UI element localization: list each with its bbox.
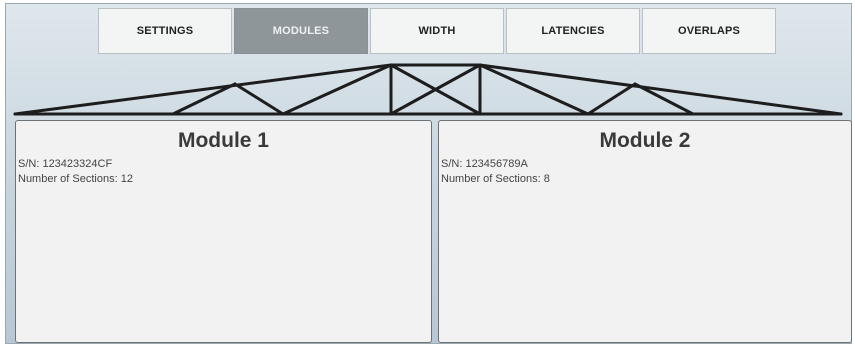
truss-top-chord [13,63,843,116]
tab-latencies[interactable]: LATENCIES [506,8,640,54]
module-card-1[interactable]: Module 1 S/N: 123423324CF Number of Sect… [15,120,432,343]
module-card-2[interactable]: Module 2 S/N: 123456789A Number of Secti… [438,120,852,343]
module-sections: Number of Sections: 8 [441,173,550,185]
module-serial: S/N: 123456789A [441,158,528,170]
tab-overlaps[interactable]: OVERLAPS [642,8,776,54]
module-serial: S/N: 123423324CF [18,158,113,170]
tab-settings[interactable]: SETTINGS [98,8,232,54]
module-title: Module 2 [599,129,691,152]
module-sections: Number of Sections: 12 [18,173,133,185]
tab-modules[interactable]: MODULES [234,8,368,54]
tab-bar: SETTINGS MODULES WIDTH LATENCIES OVERLAP… [98,8,778,56]
boom-truss-diagram [13,63,843,116]
tab-width[interactable]: WIDTH [370,8,504,54]
module-title: Module 1 [177,129,269,152]
